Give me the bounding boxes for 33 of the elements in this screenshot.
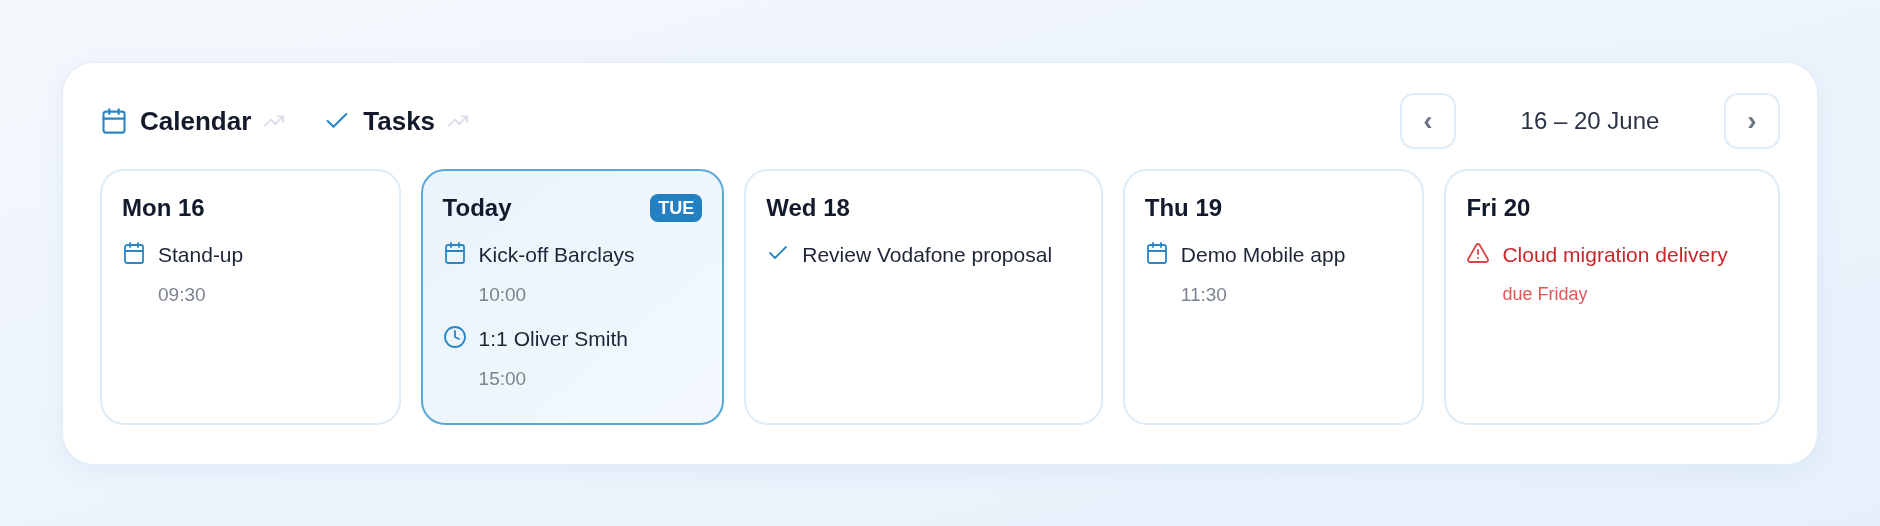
item-title: Cloud migration delivery [1502,242,1728,268]
warning-icon [1466,241,1491,265]
item-subtitle: 15:00 [478,366,528,391]
tab-label[interactable]: Tasks [363,101,436,141]
day-badge: TUE [650,194,703,222]
day-title: Today [442,193,512,223]
calendar-icon [100,107,128,135]
item-title: Demo Mobile app [1180,242,1346,268]
item-subtitle: 11:30 [1180,282,1228,307]
previous-button[interactable]: ‹ [1400,93,1456,149]
day-card[interactable]: Wed 18 Review Vodafone proposal [744,169,1103,425]
tab-label[interactable]: Calendar [140,101,252,141]
item-title: Kick-off Barclays [478,242,635,268]
day-title: Fri 20 [1466,193,1531,223]
day-title: Thu 19 [1144,193,1223,223]
item-title: 1:1 Oliver Smith [478,326,628,352]
day-title: Wed 18 [766,193,850,223]
calendar-icon [1144,241,1169,265]
item-title: Stand-up [158,242,244,268]
calendar-icon [122,241,146,265]
clock-icon [442,325,467,349]
item-subtitle: 09:30 [158,282,207,307]
day-card[interactable]: Mon 16 Stand-up 09:30 [100,169,401,425]
day-card[interactable]: Fri 20 Cloud migration delivery due Friday [1444,169,1780,425]
item-title: Review Vodafone proposal [802,242,1053,268]
item-subtitle: 10:00 [478,282,528,307]
next-button[interactable]: › [1724,93,1780,149]
day-card[interactable]: Today TUE Kick-off Barclays 10:00 1:1 Oliver Smith 15:00 [420,169,725,425]
item-subtitle: due Friday [1502,282,1589,306]
day-title: Mon 16 [122,193,205,223]
day-card[interactable]: Thu 19 Demo Mobile app 11:30 [1122,169,1425,425]
calendar-icon [442,241,467,265]
date-range: 16 – 20 June [1519,106,1661,136]
